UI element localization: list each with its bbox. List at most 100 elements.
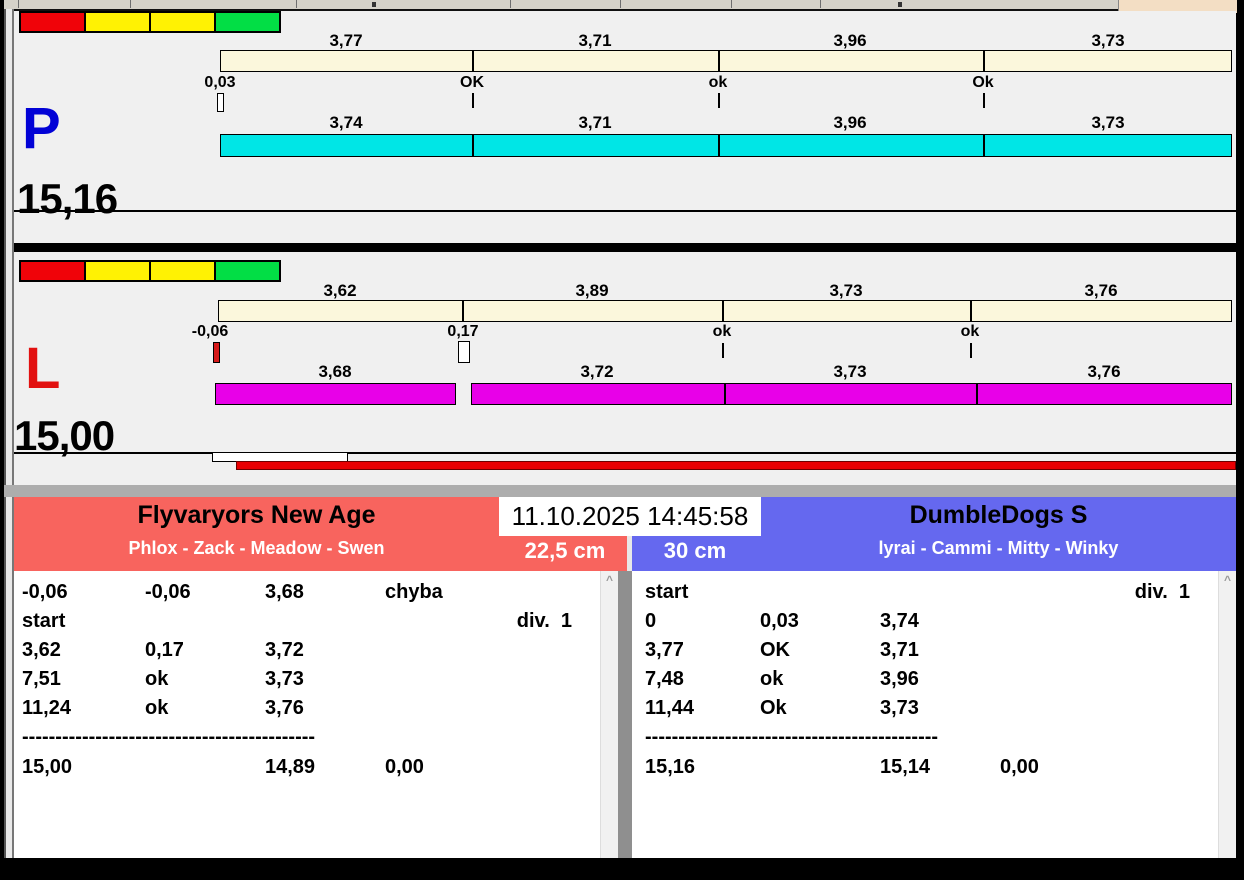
split-time-label: 3,76: [1084, 281, 1118, 300]
bar-divider: [970, 300, 972, 322]
table-row: 3,77 OK 3,71: [632, 639, 1236, 665]
clean-time: 14,89: [265, 756, 316, 778]
checkpoint-tick: [718, 93, 720, 108]
table-row: 0 0,03 3,74: [632, 610, 1236, 636]
light-chip-yellow: [84, 11, 151, 33]
split-bar-opponent: [220, 50, 1232, 72]
cell: 0: [645, 610, 657, 632]
split-time-label: 3,62: [323, 281, 357, 300]
section-rule: [14, 452, 1236, 454]
team-right-name: DumbleDogs S: [909, 501, 1088, 529]
table-separator: ----------------------------------------…: [645, 726, 939, 748]
split-bar-lane-l: [215, 383, 456, 405]
start-marker: [217, 93, 224, 112]
toolbar-divider: [296, 0, 297, 8]
checkpoint-label: OK: [460, 74, 484, 91]
lane-p-letter: P: [22, 96, 61, 161]
division-label: div. 1: [1134, 581, 1190, 603]
clean-time: 15,14: [880, 756, 931, 778]
light-chip-green: [214, 260, 281, 282]
split-time-label: 3,77: [329, 31, 363, 50]
cell: start: [645, 581, 689, 603]
pass-marker: [458, 341, 470, 363]
split-bar-opponent: [218, 300, 1232, 322]
split-bar-lane-p: [220, 134, 1232, 157]
penalty-time: 0,00: [1000, 756, 1039, 778]
bar-divider: [718, 50, 720, 72]
bar-divider: [722, 300, 724, 322]
team-right-jump-height: 30 cm: [663, 538, 727, 563]
toolbar-divider: [820, 0, 821, 8]
checkpoint-label: ok: [960, 323, 980, 340]
table-separator: ----------------------------------------…: [22, 726, 316, 748]
split-time-label: 3,71: [578, 31, 612, 50]
checkpoint-label: ok: [712, 323, 732, 340]
background-toolbar-fragment[interactable]: [4, 0, 1118, 11]
cell: chyba: [385, 581, 443, 603]
cell: ok: [145, 668, 169, 690]
bar-divider: [976, 383, 978, 405]
cell: -0,06: [22, 581, 68, 603]
cell: 3,71: [880, 639, 919, 661]
split-time-label: 3,96: [833, 113, 867, 132]
split-time-label: 3,72: [580, 362, 614, 381]
checkpoint-tick: [472, 93, 474, 108]
section-divider: [14, 243, 1236, 252]
penalty-time: 0,00: [385, 756, 424, 778]
section-rule: [14, 210, 1236, 212]
team-right-dogs: lyrai - Cammi - Mitty - Winky: [878, 538, 1119, 558]
fault-marker: [213, 342, 220, 363]
checkpoint-tick: [970, 343, 972, 358]
table-row: 11,44 Ok 3,73: [632, 697, 1236, 723]
window-left-edge: [4, 9, 14, 858]
table-row: 7,51 ok 3,73: [14, 668, 618, 694]
timestamp: 11.10.2025 14:45:58: [499, 497, 761, 536]
split-time-label: 3,73: [1091, 113, 1125, 132]
split-bar-lane-l: [471, 383, 1232, 405]
toolbar-divider: [18, 0, 19, 8]
split-time-label: 3,89: [575, 281, 609, 300]
split-time-label: 3,96: [833, 31, 867, 50]
bar-divider: [718, 134, 720, 157]
toolbar-divider: [130, 0, 131, 8]
light-chip-yellow: [84, 260, 151, 282]
checkpoint-label: Ok: [972, 74, 994, 91]
cell: 11,24: [22, 697, 71, 719]
cell: 0,17: [145, 639, 184, 661]
cell: OK: [760, 639, 790, 661]
cell: 7,51: [22, 668, 61, 690]
panel-top-strip: [4, 485, 1236, 497]
split-time-label: 3,74: [329, 113, 363, 132]
team-left-jump-height: 22,5 cm: [524, 538, 606, 563]
table-row: 3,62 0,17 3,72: [14, 639, 618, 665]
table-totals-row: 15,00 14,89 0,00: [14, 756, 618, 782]
cell: 11,44: [645, 697, 694, 719]
split-time-label: 3,73: [833, 362, 867, 381]
cell: 3,76: [265, 697, 304, 719]
split-time-label: 3,73: [829, 281, 863, 300]
checkpoint-label: 0,17: [447, 323, 479, 340]
cell: ok: [760, 668, 784, 690]
cell: 3,77: [645, 639, 684, 661]
cell: 3,73: [880, 697, 919, 719]
cell: -0,06: [145, 581, 191, 603]
cell: 3,68: [265, 581, 304, 603]
light-chip-yellow: [149, 260, 216, 282]
lane-l-letter: L: [25, 336, 61, 401]
cell: 3,72: [265, 639, 304, 661]
bar-divider: [462, 300, 464, 322]
toolbar-glyph: [898, 2, 902, 7]
cell: start: [22, 610, 66, 632]
split-time-label: 3,71: [578, 113, 612, 132]
cell: ok: [145, 697, 169, 719]
cell: 3,62: [22, 639, 61, 661]
cell: 3,74: [880, 610, 919, 632]
table-row: start div. 1: [632, 581, 1236, 607]
bar-divider: [472, 50, 474, 72]
cell: 7,48: [645, 668, 684, 690]
cell: 3,73: [265, 668, 304, 690]
toolbar-divider: [620, 0, 621, 8]
race-progress-bar: [236, 461, 1236, 470]
cell: 3,96: [880, 668, 919, 690]
checkpoint-label: ok: [708, 74, 728, 91]
